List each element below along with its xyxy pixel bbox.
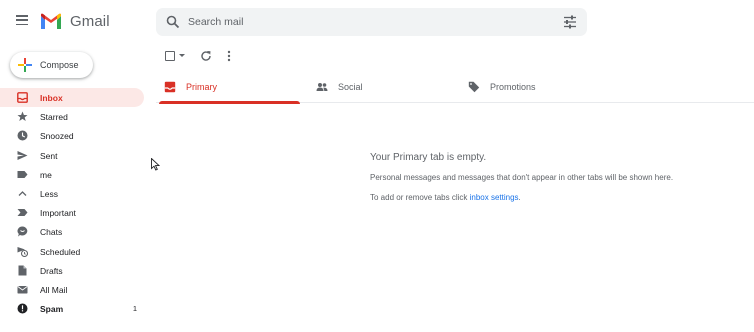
plus-icon [18,58,32,72]
sidebar-item-label: All Mail [40,284,68,295]
sidebar-item-inbox[interactable]: Inbox [0,88,144,108]
people-icon [316,83,328,91]
spam-icon [17,303,28,314]
refresh-icon[interactable] [200,50,212,62]
clock-icon [17,130,28,141]
draft-icon [18,265,27,276]
chevron-up-icon [18,191,27,196]
empty-state-title: Your Primary tab is empty. [370,152,487,163]
sidebar-item-less[interactable]: Less [0,184,148,203]
sidebar-item-chats[interactable]: Chats [0,222,148,241]
top-bar: Gmail [0,0,754,44]
sidebar-item-starred[interactable]: Starred [0,107,148,126]
sidebar-item-label: Drafts [40,265,63,276]
search-options-icon[interactable] [563,15,577,29]
search-bar[interactable] [156,8,587,36]
empty-state-hint: To add or remove tabs click inbox settin… [370,193,521,202]
sidebar-item-drafts[interactable]: Drafts [0,261,148,280]
sidebar-item-label: Important [40,208,76,219]
sidebar-item-sent[interactable]: Sent [0,146,148,165]
category-tabs: Primary Social Promotions [156,72,754,104]
tab-label: Promotions [490,82,536,92]
hint-suffix: . [518,193,521,202]
gmail-logo[interactable] [40,13,62,30]
inbox-icon [17,92,28,103]
main-menu-icon[interactable] [16,15,28,26]
sidebar-item-spam[interactable]: Spam 1 [0,299,148,318]
more-options-icon[interactable] [227,50,231,62]
select-dropdown-icon[interactable] [179,54,185,57]
sidebar-item-me[interactable]: me [0,165,148,184]
label-icon [17,170,28,178]
sidebar-item-scheduled[interactable]: Scheduled [0,242,148,261]
compose-label: Compose [40,60,79,70]
tag-icon [468,81,480,93]
app-name[interactable]: Gmail [70,13,110,30]
sidebar-item-all-mail[interactable]: All Mail [0,280,148,299]
compose-button[interactable]: Compose [10,52,93,78]
sidebar-item-label: Starred [40,112,68,123]
sidebar-item-snoozed[interactable]: Snoozed [0,126,148,145]
tab-promotions[interactable]: Promotions [460,72,610,103]
search-icon[interactable] [166,15,180,29]
tab-primary[interactable]: Primary [156,72,300,104]
inbox-icon [164,81,176,93]
sidebar-item-label: Scheduled [40,246,81,257]
select-all-checkbox[interactable] [165,51,175,61]
sidebar-item-label: me [40,169,52,180]
mail-icon [17,285,28,294]
tab-label: Primary [186,82,217,92]
star-icon [17,111,28,122]
scheduled-icon [17,246,28,257]
empty-state-description: Personal messages and messages that don'… [370,173,674,182]
sidebar-item-label: Snoozed [40,131,74,142]
tab-label: Social [338,82,363,92]
hint-prefix: To add or remove tabs click [370,193,470,202]
sidebar-item-label: Spam [40,304,64,315]
sidebar-item-label: Inbox [40,93,63,103]
unread-count: 1 [132,304,137,314]
send-icon [17,150,28,160]
inbox-settings-link[interactable]: inbox settings [470,193,519,202]
chat-icon [17,226,28,237]
sidebar-nav: Inbox Starred Snoozed Sent me Less Impor… [0,88,148,318]
sidebar-item-label: Chats [40,227,63,238]
tab-social[interactable]: Social [308,72,452,103]
sidebar-item-label: Sent [40,150,58,161]
message-toolbar [160,46,260,66]
sidebar-item-label: Less [40,188,58,199]
important-icon [17,209,28,217]
mouse-cursor-icon [151,158,160,171]
search-input[interactable] [188,8,548,36]
sidebar-item-important[interactable]: Important [0,203,148,222]
